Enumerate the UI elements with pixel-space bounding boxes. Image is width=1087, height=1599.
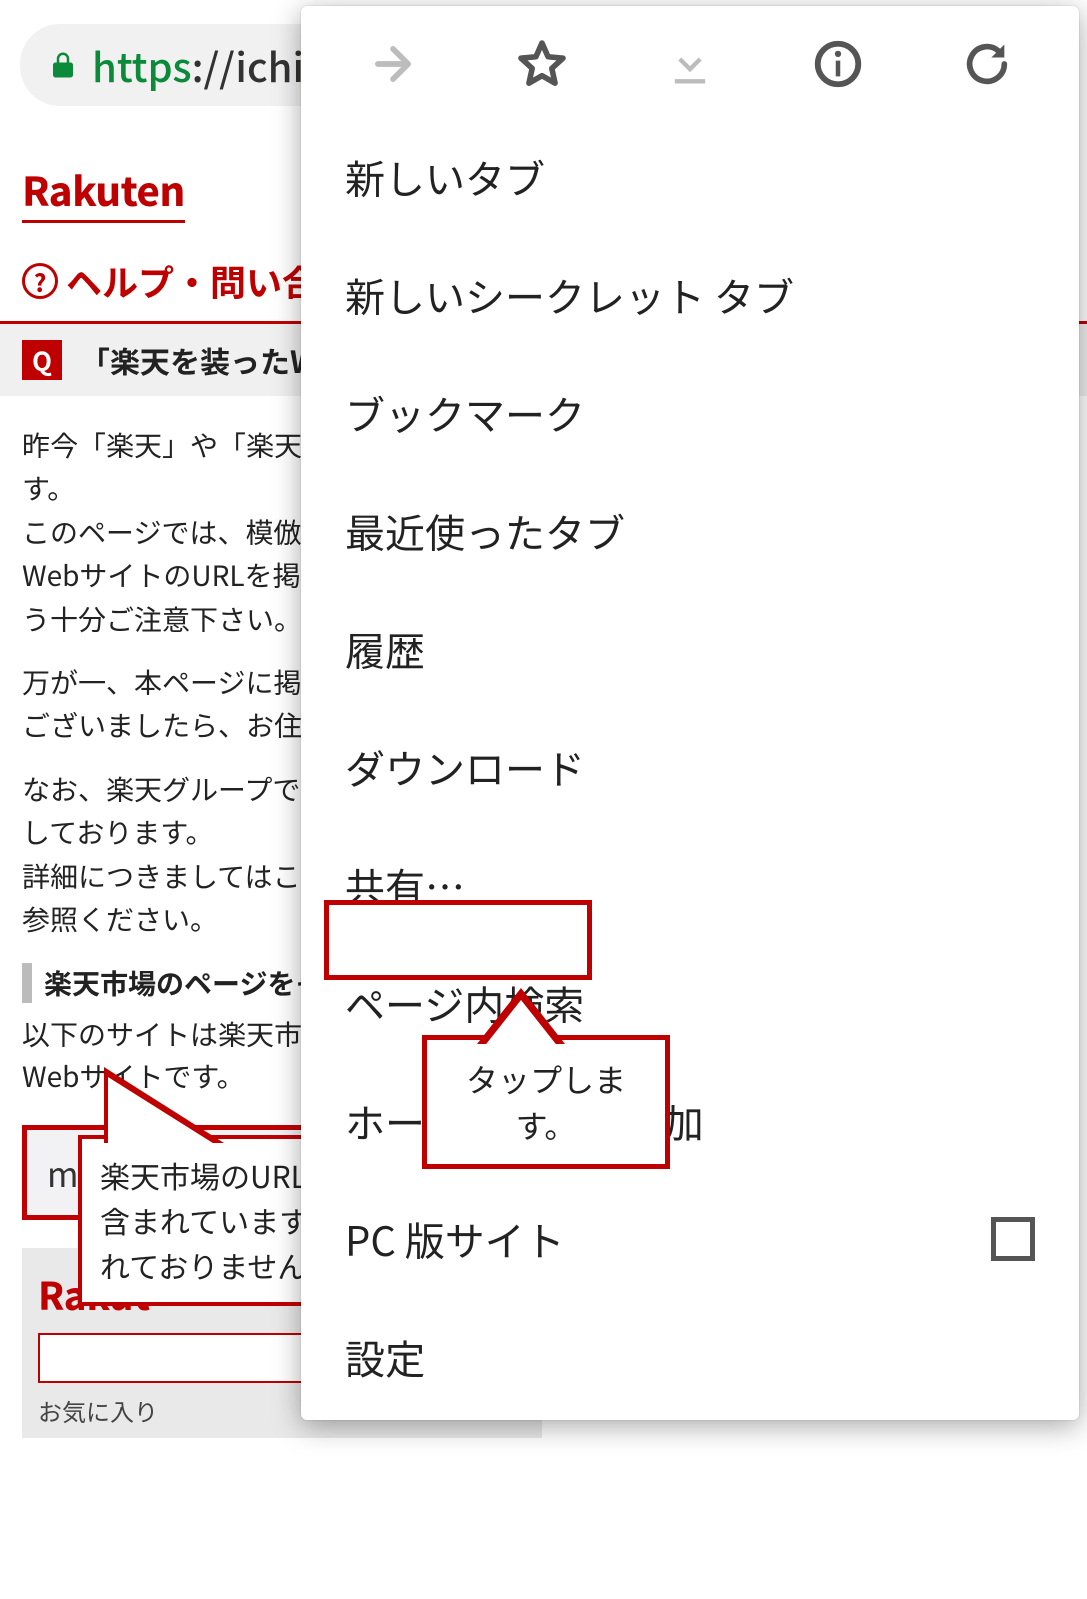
menu-item-add-home[interactable]: ホーム 追加	[301, 1062, 1079, 1180]
menu-label: 履歴	[345, 620, 425, 678]
menu-label: 共有…	[345, 856, 465, 914]
menu-item-history[interactable]: 履歴	[301, 590, 1079, 708]
rakuten-logo[interactable]: Rakuten	[22, 160, 185, 223]
menu-item-desktop-site[interactable]: PC 版サイト	[301, 1180, 1079, 1298]
menu-label: 新しいタブ	[345, 148, 545, 206]
browser-overflow-menu: 新しいタブ 新しいシークレット タブ ブックマーク 最近使ったタブ 履歴 ダウン…	[301, 6, 1079, 1420]
forward-icon[interactable]	[363, 34, 423, 94]
q-badge: Q	[22, 340, 62, 380]
menu-item-share[interactable]: 共有…	[301, 826, 1079, 944]
menu-label: 設定	[345, 1328, 425, 1386]
menu-item-new-tab[interactable]: 新しいタブ	[301, 118, 1079, 236]
menu-label: ダウンロード	[345, 738, 585, 796]
star-icon[interactable]	[512, 34, 572, 94]
callout-text: タップします。	[445, 1056, 647, 1148]
menu-item-incognito-tab[interactable]: 新しいシークレット タブ	[301, 236, 1079, 354]
menu-item-recent-tabs[interactable]: 最近使ったタブ	[301, 472, 1079, 590]
menu-item-bookmarks[interactable]: ブックマーク	[301, 354, 1079, 472]
menu-label: 新しいシークレット タブ	[345, 266, 794, 324]
info-icon[interactable]	[808, 34, 868, 94]
checkbox-icon[interactable]	[991, 1217, 1035, 1261]
url-scheme: https	[92, 36, 192, 94]
lock-icon	[48, 48, 78, 82]
device-frame: https://ichib Rakuten ? ヘルプ・問い合わせ Q 「楽天を…	[0, 0, 1087, 1599]
menu-label: PC 版サイト	[345, 1210, 565, 1268]
annotation-callout-tap: タップします。	[422, 1035, 670, 1169]
menu-label: ブックマーク	[345, 384, 585, 442]
menu-icon-row	[301, 6, 1079, 118]
question-icon: ?	[22, 263, 58, 299]
download-icon[interactable]	[660, 34, 720, 94]
menu-item-find-in-page[interactable]: ページ内検索	[301, 944, 1079, 1062]
reload-icon[interactable]	[957, 34, 1017, 94]
menu-label: 最近使ったタブ	[345, 502, 625, 560]
menu-item-settings[interactable]: 設定	[301, 1298, 1079, 1416]
menu-item-downloads[interactable]: ダウンロード	[301, 708, 1079, 826]
